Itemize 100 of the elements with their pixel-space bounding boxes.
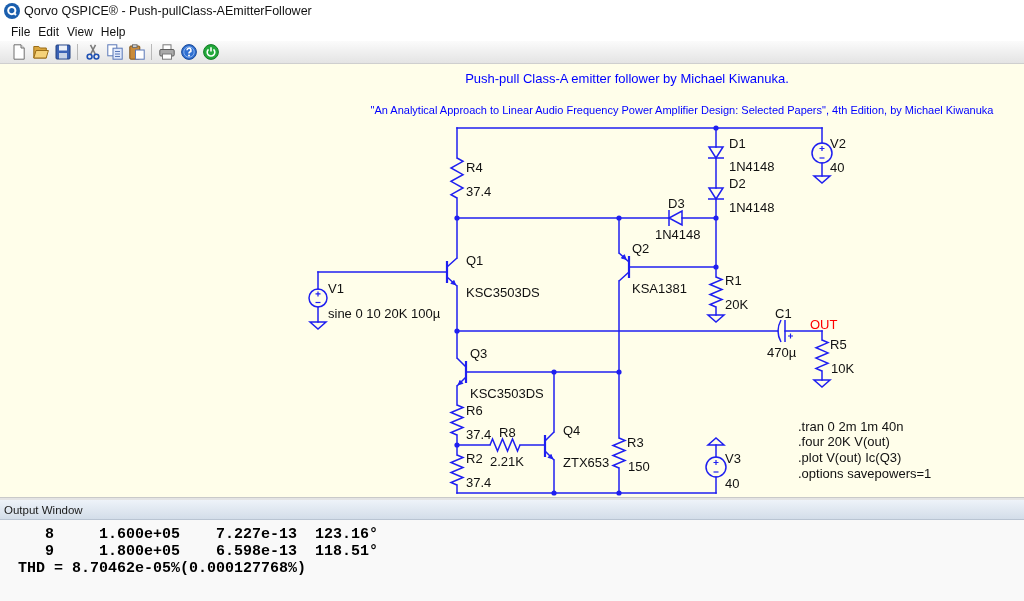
- junction-dot: [713, 264, 719, 270]
- value-label: 20K: [725, 296, 749, 312]
- reference-label: Q4: [563, 422, 581, 438]
- net-label: OUT: [810, 316, 838, 332]
- help-icon: [180, 44, 197, 60]
- value-label: 1N4148: [655, 226, 701, 242]
- transistor-symbol: [456, 357, 468, 387]
- reference-label: R2: [466, 450, 483, 466]
- folder-icon: [32, 44, 49, 60]
- junction-dot: [713, 215, 719, 221]
- wire: [519, 444, 546, 446]
- junction-dot: [454, 215, 460, 221]
- resistor-symbol: [449, 454, 465, 486]
- reference-label: V2: [830, 135, 846, 151]
- help-button[interactable]: [178, 42, 199, 62]
- pages-icon: [106, 44, 123, 60]
- reference-label: Q2: [632, 240, 650, 256]
- ground-symbol: [706, 314, 726, 323]
- power-icon: [202, 44, 219, 60]
- scissors-icon: [84, 44, 101, 60]
- value-label: 1N4148: [729, 199, 775, 215]
- output-window-title: Output Window: [4, 503, 83, 516]
- print-button[interactable]: [156, 42, 177, 62]
- reference-label: Q3: [470, 345, 488, 361]
- copy-button[interactable]: [104, 42, 125, 62]
- junction-dot: [616, 369, 622, 375]
- wire: [715, 306, 717, 316]
- ground-symbol: [308, 321, 328, 330]
- printer-icon: [158, 44, 175, 60]
- reference-label: C1: [775, 305, 792, 321]
- junction-dot: [454, 328, 460, 334]
- value-label: sine 0 10 20K 100µ: [328, 305, 441, 321]
- wire: [821, 370, 823, 381]
- junction-dot: [713, 125, 719, 131]
- wire: [715, 444, 717, 458]
- resistor-symbol: [611, 437, 627, 469]
- resistor-symbol: [449, 404, 465, 436]
- reference-label: D2: [729, 175, 746, 191]
- spice-directive: .options savepowers=1: [798, 465, 932, 481]
- voltage-source-symbol: [705, 456, 727, 478]
- transistor-symbol: [445, 257, 458, 287]
- value-label: 37.4: [466, 426, 492, 442]
- value-label: 1N4148: [729, 158, 775, 174]
- wire: [456, 385, 458, 406]
- spice-directive: .four 20K V(out): [798, 434, 890, 450]
- capacitor-symbol: [777, 319, 794, 343]
- reference-label: V3: [725, 450, 741, 466]
- transistor-symbol: [618, 252, 631, 282]
- ground-symbol: [812, 379, 832, 388]
- paste-button[interactable]: [126, 42, 147, 62]
- wire: [821, 162, 823, 177]
- reference-label: V1: [328, 280, 344, 296]
- resistor-symbol: [708, 276, 724, 308]
- logo-icon: [4, 3, 20, 19]
- menu-item[interactable]: Edit: [34, 23, 64, 40]
- schematic-comment: "An Analytical Approach to Linear Audio Frequency Power Amplifier Design: Selected Papers", 4th Edition, by Michael Kiwanuka: [370, 104, 994, 116]
- value-label: 40: [830, 159, 845, 175]
- power-button[interactable]: [200, 42, 221, 62]
- diode-symbol: [707, 187, 725, 201]
- voltage-source-symbol: [308, 288, 328, 308]
- window-title: Qorvo QSPICE® - Push-pullClass-AEmitterFollower: [24, 4, 312, 18]
- value-label: ZTX653: [563, 454, 610, 470]
- ground-symbol: [812, 175, 832, 184]
- value-label: 470µ: [767, 344, 797, 360]
- transistor-symbol: [543, 431, 555, 461]
- menu-item[interactable]: File: [7, 23, 35, 40]
- document-icon: [10, 44, 27, 60]
- junction-dot: [616, 215, 622, 221]
- wire: [715, 157, 717, 189]
- ground-symbol: [706, 437, 726, 446]
- reference-label: R1: [725, 272, 742, 288]
- junction-dot: [551, 490, 557, 496]
- reference-label: D1: [729, 135, 746, 151]
- diode-symbol: [707, 146, 725, 160]
- spice-directive: .plot V(out) Ic(Q3): [798, 449, 902, 465]
- reference-label: R3: [627, 434, 644, 450]
- reference-label: Q1: [466, 252, 484, 268]
- reference-label: D3: [668, 195, 685, 211]
- output-line: 9 1.800e+05 6.598e-13 118.51°: [44, 543, 379, 560]
- resistor-symbol: [489, 437, 521, 453]
- resistor-symbol: [449, 157, 465, 199]
- junction-dot: [616, 490, 622, 496]
- junction-dot: [454, 442, 460, 448]
- schematic-comment: Push-pull Class-A emitter follower by Michael Kiwanuka.: [465, 70, 789, 86]
- diode-symbol: [667, 209, 683, 227]
- value-label: 2.21K: [490, 453, 524, 469]
- value-label: 40: [725, 475, 740, 491]
- menu-item[interactable]: Help: [96, 23, 130, 40]
- reference-label: R4: [466, 159, 483, 175]
- output-line: THD = 8.70462e-05%(0.000127768%): [17, 560, 307, 577]
- reference-label: R5: [830, 336, 847, 352]
- save-button[interactable]: [52, 42, 73, 62]
- value-label: KSC3503DS: [470, 385, 544, 401]
- menu-item[interactable]: View: [63, 23, 97, 40]
- value-label: 10K: [831, 360, 855, 376]
- value-label: 150: [628, 458, 650, 474]
- clipboard-icon: [128, 44, 145, 60]
- value-label: 37.4: [466, 474, 492, 490]
- output-line: 8 1.600e+05 7.227e-13 123.16°: [44, 526, 379, 543]
- value-label: KSA1381: [632, 280, 687, 296]
